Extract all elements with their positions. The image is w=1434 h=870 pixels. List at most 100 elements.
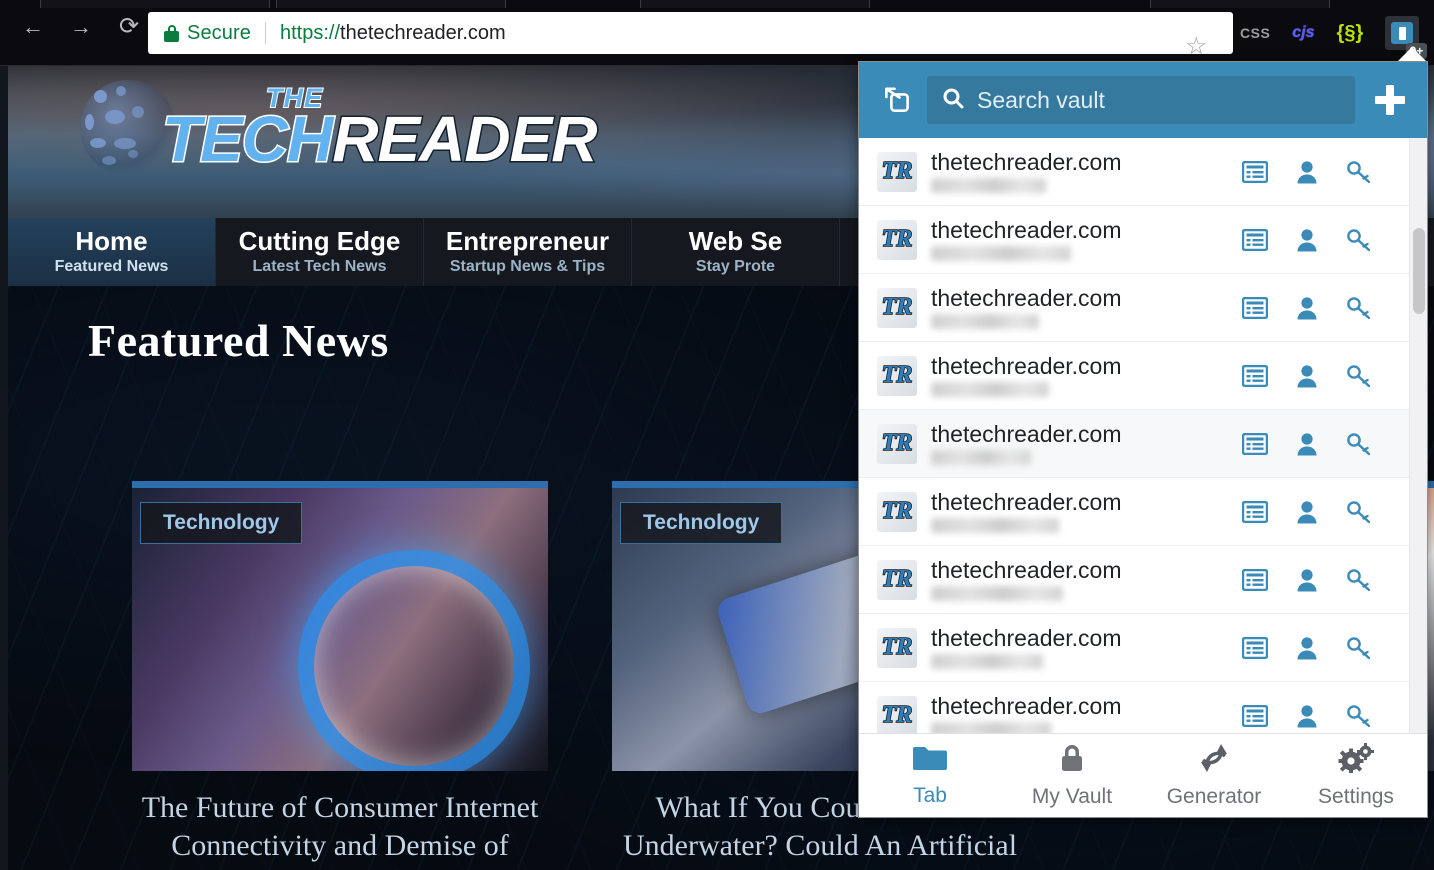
copy-username-icon[interactable] (1293, 158, 1321, 186)
copy-details-icon[interactable] (1241, 430, 1269, 458)
browser-tab[interactable] (640, 0, 870, 8)
browser-tab[interactable] (276, 0, 506, 8)
vault-item-username-redacted (931, 382, 1049, 398)
nav-item-home[interactable]: Home Featured News (8, 218, 216, 286)
nav-item-cutting-edge[interactable]: Cutting Edge Latest Tech News (216, 218, 424, 286)
footer-generator-button[interactable]: Generator (1143, 743, 1285, 809)
omnibox-divider (264, 22, 266, 44)
vault-list-item[interactable]: TR thetechreader.com (859, 274, 1427, 342)
browser-tab[interactable] (40, 0, 270, 8)
nav-subtitle: Featured News (54, 258, 169, 276)
copy-details-icon[interactable] (1241, 362, 1269, 390)
nav-title: Cutting Edge (238, 225, 401, 256)
copy-username-icon[interactable] (1293, 634, 1321, 662)
vault-item-domain: thetechreader.com (931, 488, 1122, 515)
vault-item-list[interactable]: TR thetechreader.com TR thetechreader.co… (859, 138, 1427, 733)
copy-details-icon[interactable] (1241, 634, 1269, 662)
copy-password-icon[interactable] (1345, 634, 1373, 662)
vault-list-item[interactable]: TR thetechreader.com (859, 206, 1427, 274)
scrollbar-thumb[interactable] (1413, 228, 1425, 314)
extension-toolbar: CSS cjs {§} 9+ (1240, 16, 1428, 59)
site-favicon: TR (877, 151, 917, 192)
copy-username-icon[interactable] (1293, 226, 1321, 254)
vault-list-item[interactable]: TR thetechreader.com (859, 410, 1427, 478)
search-input[interactable] (977, 86, 1341, 114)
vault-item-username-redacted (931, 654, 1043, 670)
reload-icon[interactable]: ⟳ (116, 14, 142, 40)
address-bar[interactable]: Secure https://thetechreader.com ☆ (148, 12, 1233, 60)
vault-list-item[interactable]: TR thetechreader.com (859, 138, 1427, 206)
copy-password-icon[interactable] (1345, 566, 1373, 594)
star-icon[interactable]: ☆ (1185, 32, 1207, 61)
category-badge: Technology (140, 502, 303, 544)
vault-list-item[interactable]: TR thetechreader.com (859, 342, 1427, 410)
vault-item-actions (1241, 430, 1373, 458)
cjs-extension-icon[interactable]: cjs (1292, 24, 1314, 42)
copy-username-icon[interactable] (1293, 702, 1321, 730)
footer-my-vault-button[interactable]: My Vault (1001, 743, 1143, 809)
vault-item-actions (1241, 362, 1373, 390)
footer-tab-button[interactable]: Tab (859, 744, 1001, 808)
footer-settings-button[interactable]: Settings (1285, 742, 1427, 809)
footer-generator-label: Generator (1166, 784, 1262, 808)
footer-my-vault-label: My Vault (1031, 784, 1113, 808)
search-box[interactable] (927, 76, 1355, 124)
vault-list-item[interactable]: TR thetechreader.com (859, 478, 1427, 546)
popup-footer-nav: Tab My Vault Generator Settings (859, 733, 1427, 817)
copy-password-icon[interactable] (1345, 498, 1373, 526)
copy-username-icon[interactable] (1293, 566, 1321, 594)
vault-item-domain: thetechreader.com (931, 692, 1122, 719)
vault-item-username-redacted (931, 722, 1051, 733)
site-favicon: TR (877, 491, 917, 532)
copy-username-icon[interactable] (1293, 430, 1321, 458)
css-extension-icon[interactable]: CSS (1240, 25, 1270, 41)
popout-window-icon[interactable] (875, 78, 919, 122)
article-card[interactable]: Technology The Future of Consumer Intern… (132, 481, 548, 870)
url-text[interactable]: https://thetechreader.com (280, 22, 506, 45)
copy-password-icon[interactable] (1345, 294, 1373, 322)
copy-username-icon[interactable] (1293, 498, 1321, 526)
tampermonkey-extension-icon[interactable]: {§} (1337, 22, 1364, 45)
copy-password-icon[interactable] (1345, 362, 1373, 390)
nav-subtitle: Latest Tech News (252, 258, 387, 276)
copy-password-icon[interactable] (1345, 226, 1373, 254)
copy-username-icon[interactable] (1293, 294, 1321, 322)
vault-list-item[interactable]: TR thetechreader.com (859, 682, 1427, 733)
vault-list-scrollbar[interactable] (1409, 138, 1427, 733)
vault-list-item[interactable]: TR thetechreader.com (859, 546, 1427, 614)
nav-item-web-security[interactable]: Web Se Stay Prote (632, 218, 840, 286)
copy-password-icon[interactable] (1345, 158, 1373, 186)
security-label: Secure (187, 21, 251, 44)
refresh-icon (1198, 743, 1230, 778)
gears-icon (1338, 742, 1374, 778)
nav-title: Entrepreneur (445, 225, 610, 256)
copy-details-icon[interactable] (1241, 158, 1269, 186)
site-favicon: TR (877, 559, 917, 600)
browser-tab[interactable] (1150, 0, 1330, 8)
vault-item-domain: thetechreader.com (931, 624, 1122, 651)
lock-icon (1058, 743, 1086, 778)
vault-list-item[interactable]: TR thetechreader.com (859, 614, 1427, 682)
vault-item-domain: thetechreader.com (931, 216, 1122, 243)
bitwarden-extension-icon[interactable]: 9+ (1385, 16, 1428, 59)
vault-item-actions (1241, 566, 1373, 594)
site-favicon: TR (877, 219, 917, 260)
vault-item-domain: thetechreader.com (931, 284, 1122, 311)
copy-username-icon[interactable] (1293, 362, 1321, 390)
article-title[interactable]: The Future of Consumer Internet Connecti… (132, 789, 548, 870)
copy-details-icon[interactable] (1241, 702, 1269, 730)
copy-details-icon[interactable] (1241, 566, 1269, 594)
forward-arrow-icon[interactable]: → (68, 14, 94, 40)
plus-icon[interactable] (1369, 79, 1411, 121)
copy-details-icon[interactable] (1241, 226, 1269, 254)
copy-details-icon[interactable] (1241, 294, 1269, 322)
vault-item-actions (1241, 702, 1373, 730)
nav-title: Home (75, 225, 148, 256)
site-logo[interactable]: THE TECHREADER (80, 80, 599, 176)
copy-password-icon[interactable] (1345, 702, 1373, 730)
nav-item-entrepreneur[interactable]: Entrepreneur Startup News & Tips (424, 218, 632, 286)
url-host: thetechreader.com (340, 21, 506, 44)
copy-details-icon[interactable] (1241, 498, 1269, 526)
back-arrow-icon[interactable]: ← (20, 14, 46, 40)
copy-password-icon[interactable] (1345, 430, 1373, 458)
